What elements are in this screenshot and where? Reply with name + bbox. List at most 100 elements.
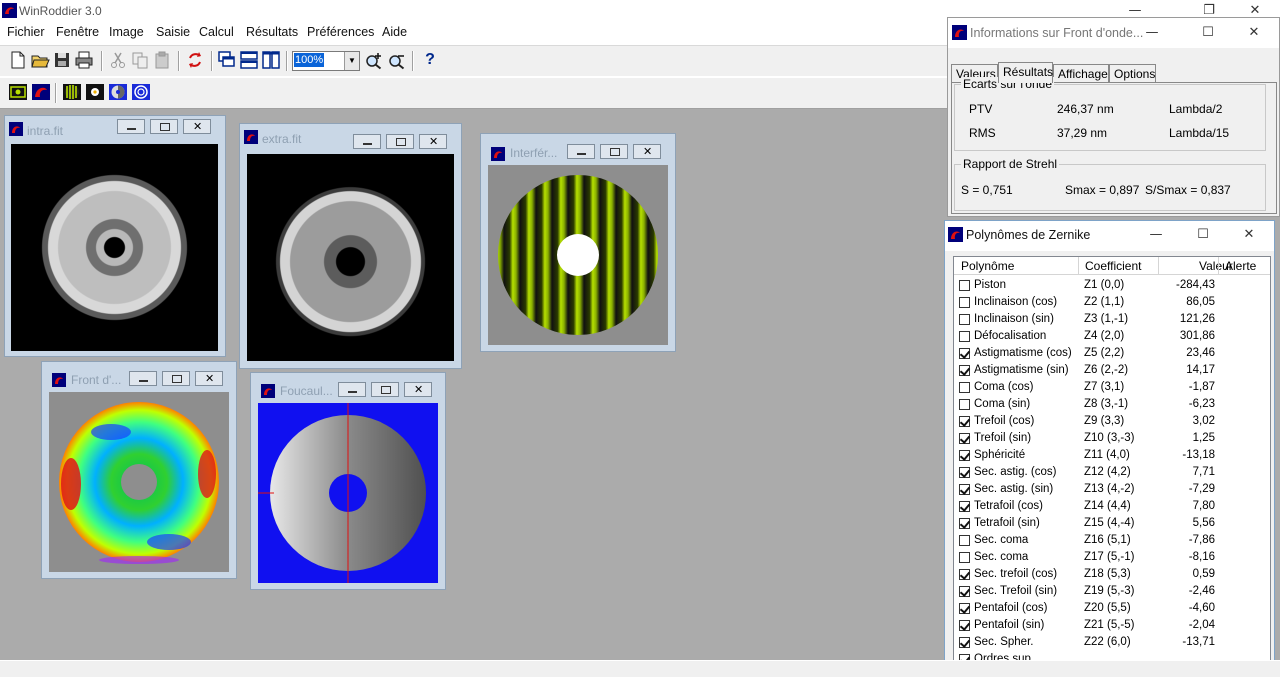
row-checkbox[interactable] (959, 365, 970, 376)
row-checkbox[interactable] (959, 518, 970, 529)
help-button[interactable]: ? (420, 50, 440, 70)
cut-icon[interactable] (108, 50, 128, 70)
table-row[interactable]: Sec. Spher. Z22 (6,0) -13,71 (954, 634, 1270, 651)
extra-image-window[interactable]: extra.fit ✕ (239, 123, 462, 369)
row-checkbox[interactable] (959, 569, 970, 580)
table-row[interactable]: Trefoil (sin) Z10 (3,-3) 1,25 (954, 430, 1270, 447)
minimize-button[interactable] (567, 144, 595, 159)
row-checkbox[interactable] (959, 416, 970, 427)
minimize-button[interactable] (353, 134, 381, 149)
row-checkbox[interactable] (959, 450, 970, 461)
row-checkbox[interactable] (959, 552, 970, 563)
table-row[interactable]: Astigmatisme (sin) Z6 (2,-2) 14,17 (954, 362, 1270, 379)
minimize-button[interactable]: — (1141, 224, 1171, 246)
zernike-display-icon[interactable] (131, 82, 151, 102)
row-checkbox[interactable] (959, 535, 970, 546)
table-row[interactable]: Astigmatisme (cos) Z5 (2,2) 23,46 (954, 345, 1270, 362)
row-checkbox[interactable] (959, 586, 970, 597)
refresh-icon[interactable] (185, 50, 205, 70)
image-process-icon[interactable] (8, 82, 28, 102)
close-button[interactable]: ✕ (633, 144, 661, 159)
row-checkbox[interactable] (959, 280, 970, 291)
menu-fichier[interactable]: Fichier (7, 25, 45, 39)
maximize-button[interactable] (150, 119, 178, 134)
menu-saisie[interactable]: Saisie (156, 25, 190, 39)
row-checkbox[interactable] (959, 467, 970, 478)
foucault-window[interactable]: Foucaul... ✕ (250, 372, 446, 590)
menu-image[interactable]: Image (109, 25, 144, 39)
tile-vertical-icon[interactable] (261, 50, 281, 70)
print-icon[interactable] (74, 50, 94, 70)
table-row[interactable]: Sec. astig. (sin) Z13 (4,-2) -7,29 (954, 481, 1270, 498)
save-icon[interactable] (52, 50, 72, 70)
zoom-out-icon[interactable] (387, 50, 407, 70)
row-checkbox[interactable] (959, 603, 970, 614)
maximize-button[interactable]: ☐ (1193, 22, 1223, 44)
table-row[interactable]: Défocalisation Z4 (2,0) 301,86 (954, 328, 1270, 345)
minimize-button[interactable] (117, 119, 145, 134)
table-row[interactable]: Sec. coma Z16 (5,1) -7,86 (954, 532, 1270, 549)
table-row[interactable]: Tetrafoil (cos) Z14 (4,4) 7,80 (954, 498, 1270, 515)
maximize-button[interactable] (162, 371, 190, 386)
zernike-list[interactable]: Polynôme Coefficient Valeur Alerte Pisto… (953, 256, 1271, 677)
menu-aide[interactable]: Aide (382, 25, 407, 39)
table-row[interactable]: Piston Z1 (0,0) -284,43 (954, 277, 1270, 294)
tab-affichage[interactable]: Affichage (1053, 64, 1109, 82)
maximize-button[interactable] (600, 144, 628, 159)
maximize-button[interactable]: ☐ (1188, 224, 1218, 246)
close-button[interactable]: ✕ (419, 134, 447, 149)
table-row[interactable]: Coma (cos) Z7 (3,1) -1,87 (954, 379, 1270, 396)
row-checkbox[interactable] (959, 314, 970, 325)
defocus-image-icon[interactable] (85, 82, 105, 102)
maximize-button[interactable] (371, 382, 399, 397)
copy-icon[interactable] (130, 50, 150, 70)
table-row[interactable]: Sec. Trefoil (sin) Z19 (5,-3) -2,46 (954, 583, 1270, 600)
tile-horizontal-icon[interactable] (239, 50, 259, 70)
table-row[interactable]: Pentafoil (cos) Z20 (5,5) -4,60 (954, 600, 1270, 617)
minimize-button[interactable]: — (1137, 22, 1167, 44)
roddier-logo-icon[interactable] (31, 82, 51, 102)
column-coefficient[interactable]: Coefficient (1085, 259, 1141, 273)
intra-image-window[interactable]: intra.fit ✕ (4, 115, 226, 357)
tab-options[interactable]: Options (1109, 64, 1156, 82)
table-row[interactable]: Inclinaison (cos) Z2 (1,1) 86,05 (954, 294, 1270, 311)
row-checkbox[interactable] (959, 501, 970, 512)
chevron-down-icon[interactable]: ▼ (344, 52, 359, 70)
open-folder-icon[interactable] (30, 50, 50, 70)
menu-calcul[interactable]: Calcul (199, 25, 234, 39)
row-checkbox[interactable] (959, 382, 970, 393)
table-row[interactable]: Pentafoil (sin) Z21 (5,-5) -2,04 (954, 617, 1270, 634)
table-row[interactable]: Sec. trefoil (cos) Z18 (5,3) 0,59 (954, 566, 1270, 583)
interferogram-icon[interactable] (62, 82, 82, 102)
row-checkbox[interactable] (959, 331, 970, 342)
close-button[interactable]: ✕ (1234, 224, 1264, 246)
row-checkbox[interactable] (959, 348, 970, 359)
zoom-in-icon[interactable] (364, 50, 384, 70)
column-polynome[interactable]: Polynôme (961, 259, 1014, 273)
paste-icon[interactable] (152, 50, 172, 70)
column-alerte[interactable]: Alerte (1225, 259, 1256, 273)
row-checkbox[interactable] (959, 297, 970, 308)
close-button[interactable]: ✕ (195, 371, 223, 386)
table-row[interactable]: Sphéricité Z11 (4,0) -13,18 (954, 447, 1270, 464)
foucault-test-icon[interactable] (108, 82, 128, 102)
row-checkbox[interactable] (959, 637, 970, 648)
row-checkbox[interactable] (959, 484, 970, 495)
table-row[interactable]: Sec. coma Z17 (5,-1) -8,16 (954, 549, 1270, 566)
minimize-button[interactable] (129, 371, 157, 386)
menu-fenetre[interactable]: Fenêtre (56, 25, 99, 39)
row-checkbox[interactable] (959, 433, 970, 444)
table-row[interactable]: Tetrafoil (sin) Z15 (4,-4) 5,56 (954, 515, 1270, 532)
row-checkbox[interactable] (959, 399, 970, 410)
close-button[interactable]: ✕ (1239, 22, 1269, 44)
zoom-select[interactable]: 100% ▼ (292, 51, 360, 71)
minimize-button[interactable] (338, 382, 366, 397)
close-button[interactable]: ✕ (404, 382, 432, 397)
row-checkbox[interactable] (959, 620, 970, 631)
tab-resultats[interactable]: Résultats (998, 62, 1053, 83)
interferogram-window[interactable]: Interfér... ✕ (480, 133, 676, 352)
new-file-icon[interactable] (8, 50, 28, 70)
table-row[interactable]: Sec. astig. (cos) Z12 (4,2) 7,71 (954, 464, 1270, 481)
maximize-button[interactable] (386, 134, 414, 149)
table-row[interactable]: Trefoil (cos) Z9 (3,3) 3,02 (954, 413, 1270, 430)
